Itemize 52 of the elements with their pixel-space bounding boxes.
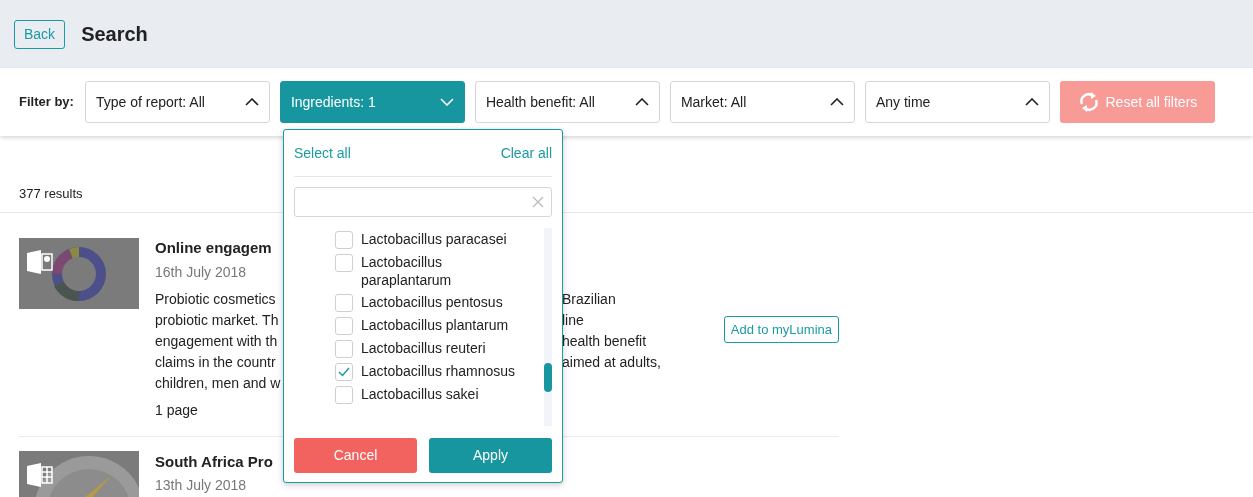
page-count: 1 page [155,401,198,420]
filter-dropdown[interactable]: Market: All [669,81,855,123]
result-description: health benefit [562,332,647,351]
checkbox[interactable] [335,363,353,381]
option-label[interactable]: Lactobacillus sakei [361,385,521,403]
result-description: Probiotic cosmetics [155,291,276,307]
filter-dropdown[interactable]: Type of report: All [84,81,270,123]
filter-label: Filter by: [19,93,74,112]
filter-dropdown[interactable]: Health benefit: All [474,81,660,123]
option-label[interactable]: Lactobacillus pentosus [361,293,521,311]
checkbox[interactable] [335,340,353,358]
result-description: engagement with th [155,333,278,349]
chevron-up-icon [1024,98,1039,106]
clear-all-link[interactable]: Clear all [500,142,552,164]
add-to-mylumina-button[interactable]: Add to myLumina [723,316,839,343]
result-description: probiotic market. Th [155,312,279,328]
result-title[interactable]: Online engagem [155,238,272,258]
checkbox[interactable] [335,386,353,404]
results-count: 377 results [19,185,83,203]
filter-dropdown[interactable]: Ingredients: 1 [279,81,465,123]
search-field[interactable] [294,187,552,217]
page-title: Search [81,22,148,47]
clear-icon[interactable] [532,196,544,208]
chevron-up-icon [634,98,649,106]
checkbox[interactable] [335,254,353,272]
chevron-up-icon [829,98,844,106]
option-label[interactable]: Lactobacillus paraplantarum [361,253,521,289]
checkbox[interactable] [335,317,353,335]
filter-dropdown[interactable]: Any time [864,81,1050,123]
result-description: Brazilian [562,290,616,309]
checkbox[interactable] [335,294,353,312]
chevron-up-icon [244,98,259,106]
refresh-icon [1077,90,1100,114]
select-all-link[interactable]: Select all [294,142,351,164]
check-icon [338,367,350,377]
chevron-down-icon [439,98,454,106]
checkbox[interactable] [335,231,353,249]
spreadsheet-icon [27,463,53,487]
option-label[interactable]: Lactobacillus rhamnosus [361,362,521,380]
result-description: line [562,311,584,330]
slides-icon [27,250,53,274]
apply-button[interactable]: Apply [429,438,552,473]
result-description: children, men and w [155,375,281,391]
result-date: 13th July 2018 [155,477,247,493]
result-description: claims in the countr [155,354,276,370]
result-title[interactable]: South Africa Pro [155,453,273,471]
option-label[interactable]: Lactobacillus paracasei [361,230,521,248]
option-label[interactable]: Lactobacillus plantarum [361,316,521,334]
scrollbar-thumb[interactable] [544,363,552,392]
result-date: 16th July 2018 [155,263,247,282]
result-description: aimed at adults, [562,353,661,372]
option-label[interactable]: Lactobacillus reuteri [361,339,521,357]
